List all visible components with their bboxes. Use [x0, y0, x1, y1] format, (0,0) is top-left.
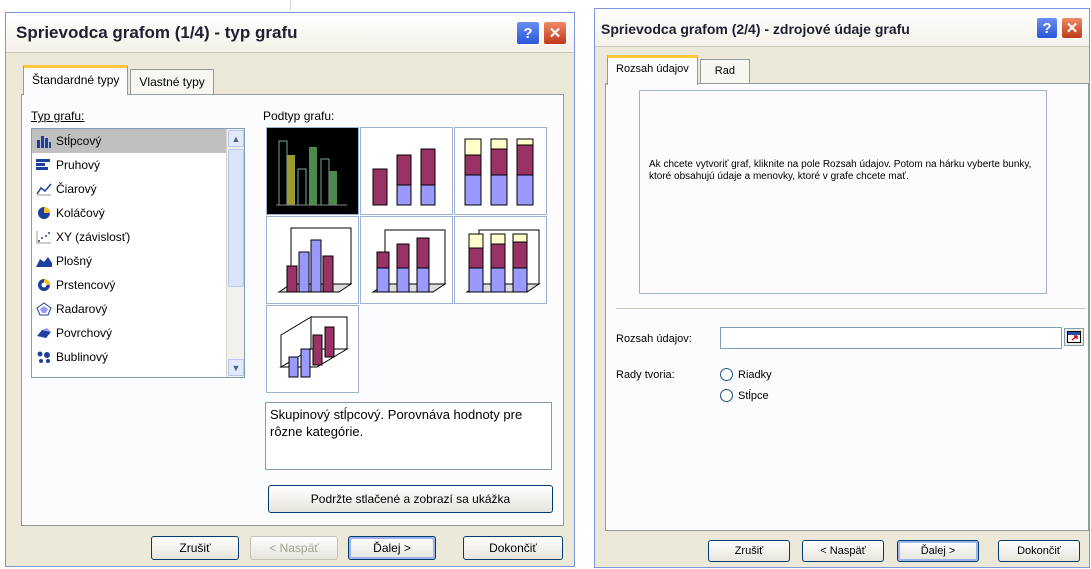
finish-button[interactable]: Dokončiť — [998, 540, 1080, 562]
chart-type-item[interactable]: Koláčový — [32, 201, 244, 225]
list-scrollbar[interactable]: ▲ ▼ — [226, 129, 244, 377]
tab-standard-types[interactable]: Štandardné typy — [23, 65, 129, 95]
next-button[interactable]: Ďalej > — [897, 540, 979, 562]
chart-type-label: Prstencový — [56, 278, 116, 292]
title-bar: Sprievodca grafom (2/4) - zdrojové údaje… — [595, 9, 1089, 47]
chart-type-item[interactable]: Povrchový — [32, 321, 244, 345]
radio-label: Stĺpce — [738, 389, 769, 402]
chart-type-item[interactable]: Stĺpcový — [32, 129, 244, 153]
next-button[interactable]: Ďalej > — [348, 536, 436, 560]
chart-type-label: Bublinový — [56, 350, 109, 364]
help-button[interactable]: ? — [1036, 17, 1058, 39]
line-chart-icon — [36, 182, 52, 196]
chart-wizard-step2-dialog: Sprievodca grafom (2/4) - zdrojové údaje… — [594, 8, 1090, 568]
data-range-input[interactable] — [720, 327, 1062, 349]
back-button[interactable]: < Naspäť — [250, 536, 338, 560]
subtype-empty-slot — [454, 305, 547, 393]
chart-subtype-label: Podtyp grafu: — [263, 109, 335, 123]
chart-type-item[interactable]: Čiarový — [32, 177, 244, 201]
radio-label: Riadky — [738, 368, 772, 381]
subtype-3d-stacked-column[interactable] — [360, 216, 453, 304]
chart-type-item[interactable]: Bublinový — [32, 345, 244, 369]
bar-chart-icon — [36, 158, 52, 172]
chart-type-label: Čiarový — [56, 182, 97, 196]
close-button[interactable]: ✕ — [1061, 17, 1083, 39]
subtype-stacked-column[interactable] — [360, 127, 453, 215]
scroll-down-button[interactable]: ▼ — [228, 359, 244, 376]
subtype-100-stacked-column[interactable] — [454, 127, 547, 215]
radar-chart-icon — [36, 302, 52, 316]
data-range-info-panel: Ak chcete vytvoriť graf, kliknite na pol… — [639, 90, 1047, 294]
pie-chart-icon — [36, 206, 52, 220]
subtype-clustered-column[interactable] — [266, 127, 359, 215]
dialog-title: Sprievodca grafom (1/4) - typ grafu — [16, 23, 298, 42]
scatter-chart-icon — [36, 230, 52, 244]
tab-series[interactable]: Rad — [699, 59, 750, 85]
help-button[interactable]: ? — [516, 21, 540, 45]
chart-type-label: Povrchový — [56, 326, 113, 340]
preview-button[interactable]: Podržte stlačené a zobrazí sa ukážka — [268, 485, 553, 513]
scroll-thumb[interactable] — [228, 149, 244, 287]
series-rows-radio[interactable]: Riadky — [720, 368, 772, 381]
back-button[interactable]: < Naspäť — [802, 540, 884, 562]
series-in-label: Rady tvoria: — [616, 369, 675, 381]
title-bar: Sprievodca grafom (1/4) - typ grafu ? ✕ — [6, 13, 574, 53]
chart-type-item[interactable]: Plošný — [32, 249, 244, 273]
chart-type-item[interactable]: Pruhový — [32, 153, 244, 177]
chart-type-label: Typ grafu: — [31, 109, 85, 123]
cancel-button[interactable]: Zrušiť — [708, 540, 790, 562]
close-button[interactable]: ✕ — [543, 21, 567, 45]
chart-type-label: Stĺpcový — [56, 134, 102, 148]
chart-subtype-grid — [266, 127, 547, 393]
tab-panel: Ak chcete vytvoriť graf, kliknite na pol… — [605, 83, 1089, 531]
data-range-label: Rozsah údajov: — [616, 333, 692, 345]
bubble-chart-icon — [36, 350, 52, 364]
finish-button[interactable]: Dokončiť — [463, 536, 563, 560]
chart-wizard-step1-dialog: Sprievodca grafom (1/4) - typ grafu ? ✕ … — [5, 12, 575, 567]
series-columns-radio[interactable]: Stĺpce — [720, 389, 769, 402]
chart-type-label: XY (závislosť) — [56, 230, 131, 244]
chart-type-item[interactable]: Prstencový — [32, 273, 244, 297]
tab-custom-types[interactable]: Vlastné typy — [130, 69, 214, 95]
chart-type-item[interactable]: Radarový — [32, 297, 244, 321]
doughnut-chart-icon — [36, 278, 52, 292]
chart-type-label: Plošný — [56, 254, 93, 268]
chart-type-list[interactable]: Stĺpcový Pruhový Čiarový Koláčový XY (závisl… — [31, 128, 245, 378]
subtype-3d-clustered-column[interactable] — [266, 216, 359, 304]
radio-circle — [720, 368, 733, 381]
tab-panel: Typ grafu: Podtyp grafu: Stĺpcový Pruhový… — [21, 94, 564, 526]
tab-data-range[interactable]: Rozsah údajov — [607, 55, 698, 85]
cancel-button[interactable]: Zrušiť — [151, 536, 239, 560]
radio-circle — [720, 389, 733, 402]
scroll-up-button[interactable]: ▲ — [228, 130, 244, 147]
subtype-empty-slot — [360, 305, 453, 393]
info-text: Ak chcete vytvoriť graf, kliknite na pol… — [649, 159, 1032, 182]
collapse-range-icon — [1067, 331, 1081, 343]
chart-type-label: Pruhový — [56, 158, 101, 172]
collapse-dialog-button[interactable] — [1064, 328, 1084, 346]
chart-type-item[interactable]: XY (závislosť) — [32, 225, 244, 249]
subtype-3d-100-stacked-column[interactable] — [454, 216, 547, 304]
subtype-description: Skupinový stĺpcový. Porovnáva hodnoty pr… — [265, 402, 552, 470]
chart-type-label: Koláčový — [56, 206, 105, 220]
subtype-3d-column[interactable] — [266, 305, 359, 393]
separator — [616, 308, 1086, 309]
surface-chart-icon — [36, 326, 52, 340]
area-chart-icon — [36, 254, 52, 268]
dialog-title: Sprievodca grafom (2/4) - zdrojové údaje… — [601, 21, 910, 37]
chart-type-label: Radarový — [56, 302, 108, 316]
column-chart-icon — [36, 134, 52, 148]
